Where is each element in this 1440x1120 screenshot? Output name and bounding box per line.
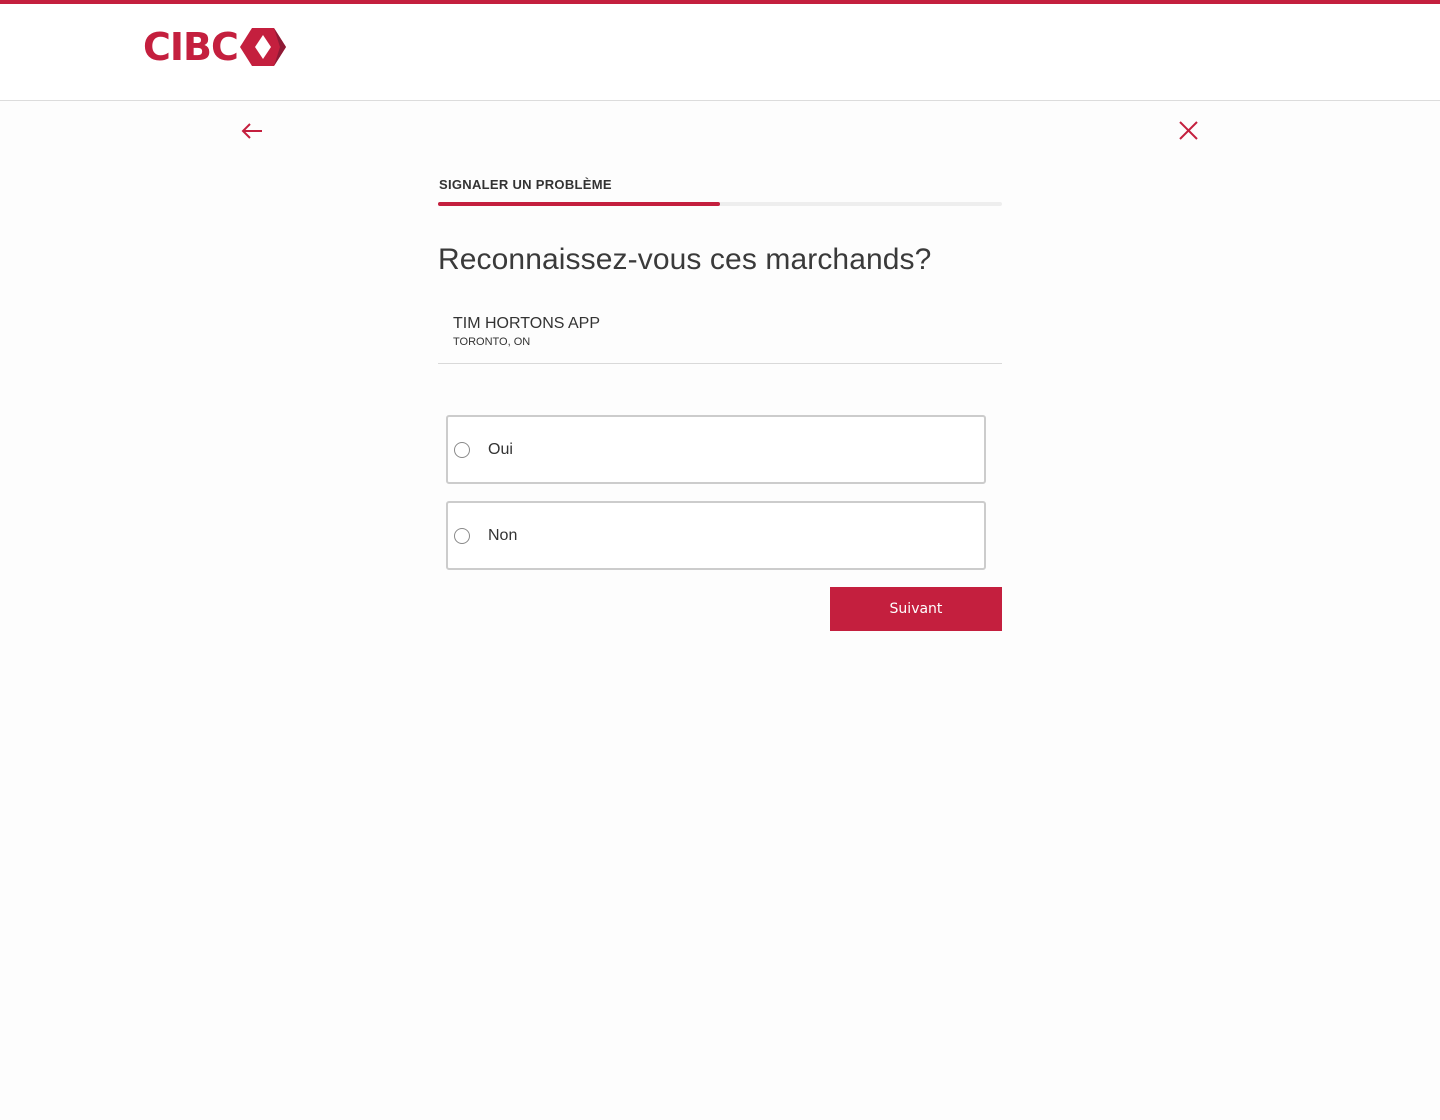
page-content: SIGNALER UN PROBLÈME Reconnaissez-vous c… — [0, 101, 1440, 1120]
merchant-name: TIM HORTONS APP — [453, 315, 600, 332]
report-problem-panel: SIGNALER UN PROBLÈME Reconnaissez-vous c… — [438, 161, 1002, 631]
next-button[interactable]: Suivant — [830, 587, 1002, 631]
logo-wordmark: CIBC — [143, 25, 239, 69]
arrow-left-icon — [241, 123, 262, 139]
radio-non[interactable] — [454, 527, 470, 544]
site-header: CIBC — [0, 4, 1440, 101]
progress-fill — [438, 202, 720, 206]
answer-options: Oui Non — [438, 415, 1002, 570]
option-label: Non — [488, 526, 518, 544]
option-oui[interactable]: Oui — [446, 415, 986, 484]
close-button[interactable] — [1175, 117, 1203, 145]
option-label: Oui — [488, 440, 513, 458]
option-non[interactable]: Non — [446, 501, 986, 570]
cibc-logo[interactable]: CIBC — [143, 28, 286, 66]
cibc-diamond-icon — [239, 28, 286, 66]
back-button[interactable] — [238, 117, 266, 145]
progress-bar — [438, 202, 1002, 206]
close-icon — [1179, 121, 1198, 140]
page-title: Reconnaissez-vous ces marchands? — [438, 243, 932, 276]
step-title: SIGNALER UN PROBLÈME — [439, 177, 612, 192]
actions: Suivant — [438, 587, 1002, 631]
radio-oui[interactable] — [454, 441, 470, 458]
merchant-item: TIM HORTONS APP TORONTO, ON — [438, 314, 1002, 364]
merchant-location: TORONTO, ON — [453, 336, 531, 348]
